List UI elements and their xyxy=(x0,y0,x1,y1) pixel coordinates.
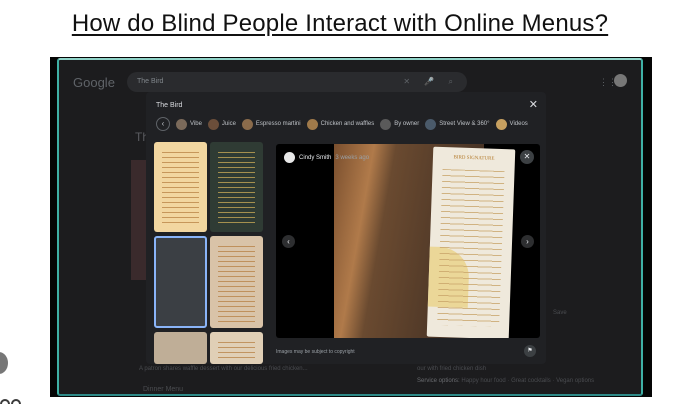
chip-label: Street View & 360° xyxy=(439,121,490,127)
flag-icon[interactable]: ⚑ xyxy=(524,345,536,357)
chip-thumbnail xyxy=(207,118,219,130)
presenter-controls xyxy=(0,396,30,404)
photo-age: 3 weeks ago xyxy=(335,154,370,161)
chip-thumbnail xyxy=(495,118,507,130)
author-name: Cindy Smith xyxy=(299,154,332,161)
chevron-left-icon[interactable]: ‹ xyxy=(156,117,170,131)
chip-juice[interactable]: Juice xyxy=(207,118,236,130)
copyright-notice: Images may be subject to copyright xyxy=(276,349,355,355)
chip-thumbnail xyxy=(241,118,253,130)
photo-thumbnail[interactable] xyxy=(210,236,263,328)
next-photo-icon[interactable]: › xyxy=(521,235,534,248)
dinner-menu-link[interactable]: Dinner Menu xyxy=(143,386,183,393)
photo-thumbnail[interactable] xyxy=(210,142,263,232)
menu-heading: BIRD SIGNATURE xyxy=(453,155,495,162)
chip-vibe[interactable]: Vibe xyxy=(176,118,202,130)
browser-screen: Google The Bird ✕ 🎤 ⌕ ⋮⋮ Th A patron sha… xyxy=(57,58,643,396)
background-caption: A patron shares waffle dessert with our … xyxy=(139,366,308,372)
chip-label: Chicken and waffles xyxy=(320,121,375,127)
photo-author[interactable]: Cindy Smith 3 weeks ago xyxy=(284,152,369,163)
photos-modal: The Bird ✕ ‹ Vibe Juice Espresso martini… xyxy=(146,92,546,364)
chip-thumbnail xyxy=(425,118,437,130)
previous-photo-icon[interactable]: ‹ xyxy=(282,235,295,248)
chip-chicken-and-waffles[interactable]: Chicken and waffles xyxy=(306,118,375,130)
chip-label: Vibe xyxy=(190,121,202,127)
chip-label: Espresso martini xyxy=(255,121,301,127)
background-right-text: our with fried chicken dish xyxy=(417,366,487,372)
photo-viewer: Cindy Smith 3 weeks ago ✕ BIRD SIGNATURE… xyxy=(276,144,540,338)
search-tools-icon[interactable]: ✕ 🎤 ⌕ xyxy=(403,77,459,87)
save-button[interactable]: Save xyxy=(553,310,567,316)
photo-thumbnail-selected[interactable] xyxy=(154,236,207,328)
chip-label: Juice xyxy=(221,121,236,127)
author-avatar xyxy=(284,152,295,163)
google-logo[interactable]: Google xyxy=(73,75,115,90)
close-icon[interactable]: ✕ xyxy=(529,98,538,111)
chip-thumbnail xyxy=(176,118,187,130)
chip-by-owner[interactable]: By owner xyxy=(380,118,420,130)
photo-thumbnail[interactable] xyxy=(154,142,207,232)
service-options: Service options: Happy hour food · Great… xyxy=(417,378,594,384)
chip-label: Videos xyxy=(509,121,528,127)
search-input[interactable]: The Bird ✕ 🎤 ⌕ xyxy=(127,72,467,92)
search-value: The Bird xyxy=(137,78,164,85)
chip-thumbnail xyxy=(380,118,392,130)
photo-thumbnail-grid xyxy=(154,142,266,364)
presenter-indicator xyxy=(0,352,8,374)
menu-card: BIRD SIGNATURE xyxy=(426,146,516,338)
chip-videos[interactable]: Videos xyxy=(495,118,528,130)
account-avatar[interactable] xyxy=(614,74,627,87)
chip-street-view[interactable]: Street View & 360° xyxy=(425,118,490,130)
photo-thumbnail[interactable] xyxy=(210,332,263,364)
photo-category-chips: ‹ Vibe Juice Espresso martini Chicken an… xyxy=(156,117,528,131)
modal-title: The Bird xyxy=(156,102,183,109)
service-options-label: Service options: xyxy=(417,378,460,384)
chip-label: By owner xyxy=(394,121,420,127)
viewer-close-icon[interactable]: ✕ xyxy=(520,150,534,164)
chip-thumbnail xyxy=(306,118,318,130)
photo-thumbnail[interactable] xyxy=(154,332,207,364)
chip-espresso-martini[interactable]: Espresso martini xyxy=(241,118,301,130)
menu-photo: BIRD SIGNATURE xyxy=(334,144,516,338)
service-options-values: Happy hour food · Great cocktails · Vega… xyxy=(461,378,595,384)
slide-title: How do Blind People Interact with Online… xyxy=(71,10,609,37)
